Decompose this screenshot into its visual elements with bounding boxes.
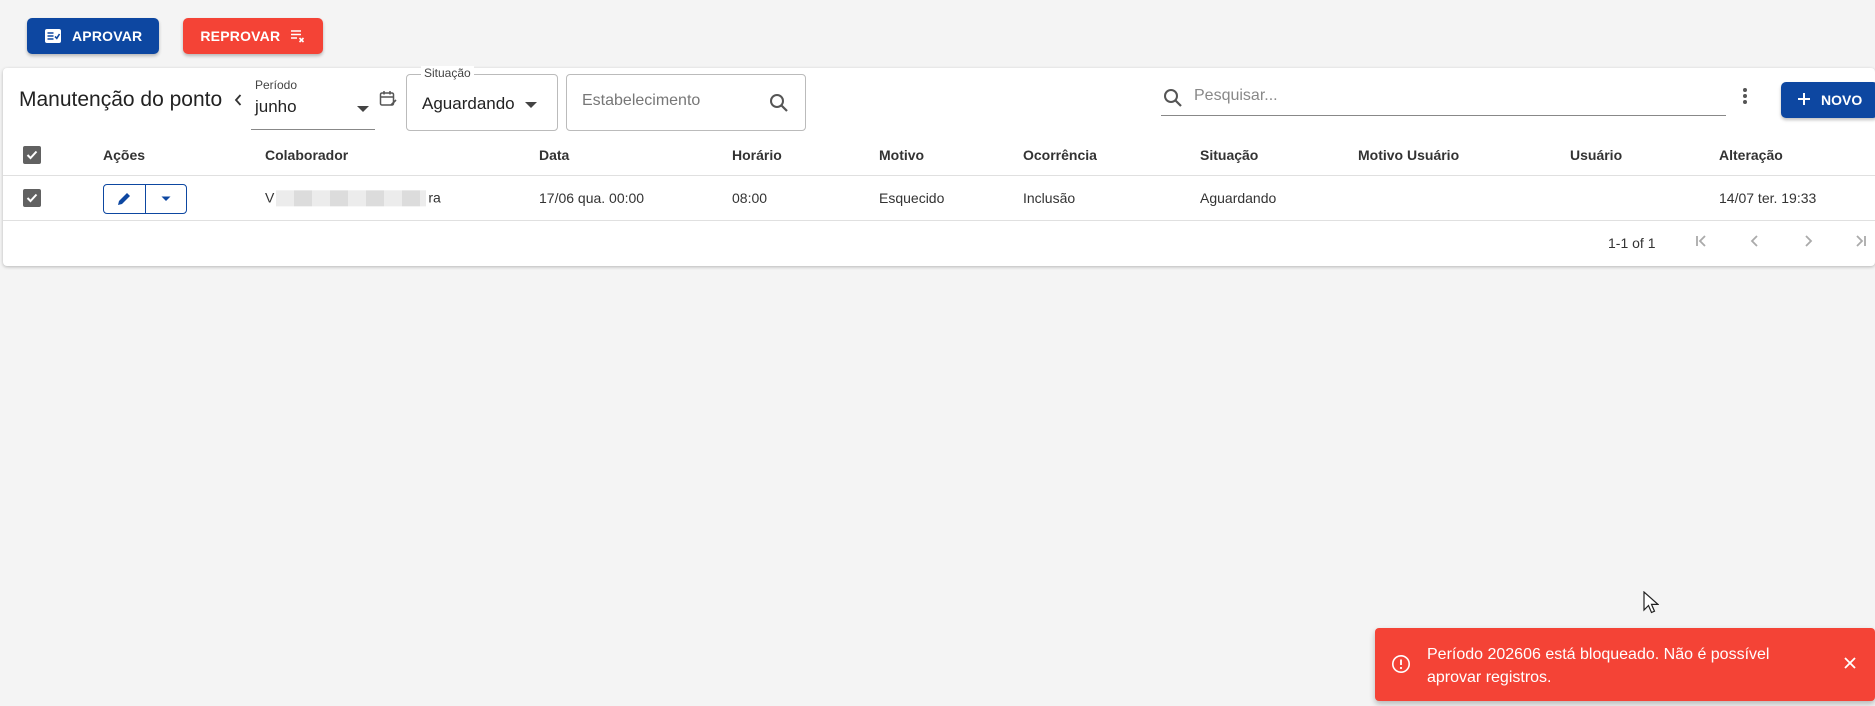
column-header-horario[interactable]: Horário xyxy=(732,147,782,163)
redacted-name xyxy=(276,190,427,207)
column-header-situacao[interactable]: Situação xyxy=(1200,147,1258,163)
approve-button[interactable]: APROVAR xyxy=(27,18,160,54)
next-page-icon[interactable] xyxy=(1800,233,1816,252)
period-value: junho xyxy=(255,97,297,116)
reject-button[interactable]: REPROVAR xyxy=(183,18,324,54)
situacao-select[interactable]: Situação Aguardando xyxy=(406,66,558,131)
colaborador-name-start: V xyxy=(265,189,275,206)
error-toast: Período 202606 está bloqueado. Não é pos… xyxy=(1375,628,1875,701)
search-icon xyxy=(1164,89,1182,107)
mouse-cursor-icon xyxy=(1643,590,1660,620)
situacao-label: Situação xyxy=(421,66,474,80)
cell-situacao: Aguardando xyxy=(1200,190,1277,206)
last-page-icon[interactable] xyxy=(1852,233,1868,252)
search-icon[interactable] xyxy=(769,93,789,118)
column-header-usuario[interactable]: Usuário xyxy=(1570,147,1622,163)
row-checkbox[interactable] xyxy=(23,189,41,207)
new-button[interactable]: NOVO xyxy=(1781,82,1875,118)
toast-message: Período 202606 está bloqueado. Não é pos… xyxy=(1427,646,1770,686)
pagination: 1-1 of 1 xyxy=(3,221,1875,266)
estabelecimento-field xyxy=(566,74,806,131)
plus-icon xyxy=(1797,92,1811,109)
search-input[interactable] xyxy=(1194,87,1714,105)
new-label: NOVO xyxy=(1821,92,1863,108)
cell-ocorrencia: Inclusão xyxy=(1023,190,1076,206)
chevron-down-icon xyxy=(161,196,171,201)
close-icon[interactable] xyxy=(1843,656,1857,675)
previous-period-icon[interactable] xyxy=(233,91,243,112)
select-all-checkbox[interactable] xyxy=(23,145,41,164)
table-row[interactable]: Vra 17/06 qua. 00:00 08:00 Esquecido Inc… xyxy=(3,176,1875,221)
column-header-motivo[interactable]: Motivo xyxy=(879,147,924,163)
edit-button[interactable] xyxy=(104,185,145,213)
column-header-data[interactable]: Data xyxy=(539,147,569,163)
pagination-range: 1-1 of 1 xyxy=(1608,235,1656,251)
situacao-value: Aguardando xyxy=(422,94,515,113)
top-actions: APROVAR REPROVAR xyxy=(27,18,324,54)
first-page-icon[interactable] xyxy=(1694,233,1710,252)
table-header: Ações Colaborador Data Horário Motivo Oc… xyxy=(3,134,1875,176)
column-header-colaborador[interactable]: Colaborador xyxy=(265,147,348,163)
clear-list-icon xyxy=(290,28,306,44)
main-panel: Manutenção do ponto Período junho Situaç… xyxy=(3,66,1875,266)
cell-motivo: Esquecido xyxy=(879,190,945,206)
cell-horario: 08:00 xyxy=(732,190,768,206)
page-title: Manutenção do ponto xyxy=(19,88,223,111)
column-header-alteracao[interactable]: Alteração xyxy=(1719,147,1783,163)
error-icon xyxy=(1391,654,1411,679)
more-vert-icon[interactable] xyxy=(1742,86,1748,111)
row-actions-group xyxy=(103,184,187,214)
cell-colaborador: Vra xyxy=(265,189,441,207)
previous-page-icon[interactable] xyxy=(1747,233,1763,252)
column-header-ocorrencia[interactable]: Ocorrência xyxy=(1023,147,1097,163)
column-header-motivo-usuario[interactable]: Motivo Usuário xyxy=(1358,147,1459,163)
pencil-icon xyxy=(118,193,131,205)
cell-data: 17/06 qua. 00:00 xyxy=(539,190,645,206)
colaborador-name-end: ra xyxy=(428,189,441,206)
reject-label: REPROVAR xyxy=(200,28,281,44)
estabelecimento-input[interactable] xyxy=(582,92,752,110)
global-search xyxy=(1161,82,1726,116)
column-header-acoes[interactable]: Ações xyxy=(103,147,145,163)
period-label: Período xyxy=(255,78,298,92)
cell-alteracao: 14/07 ter. 19:33 xyxy=(1719,190,1817,206)
calendar-edit-icon[interactable] xyxy=(379,90,397,113)
approve-label: APROVAR xyxy=(72,28,143,44)
period-select[interactable]: Período junho xyxy=(251,76,375,130)
approve-icon xyxy=(44,28,62,44)
chevron-down-icon xyxy=(525,102,537,108)
row-menu-button[interactable] xyxy=(144,185,186,213)
chevron-down-icon xyxy=(357,106,369,112)
